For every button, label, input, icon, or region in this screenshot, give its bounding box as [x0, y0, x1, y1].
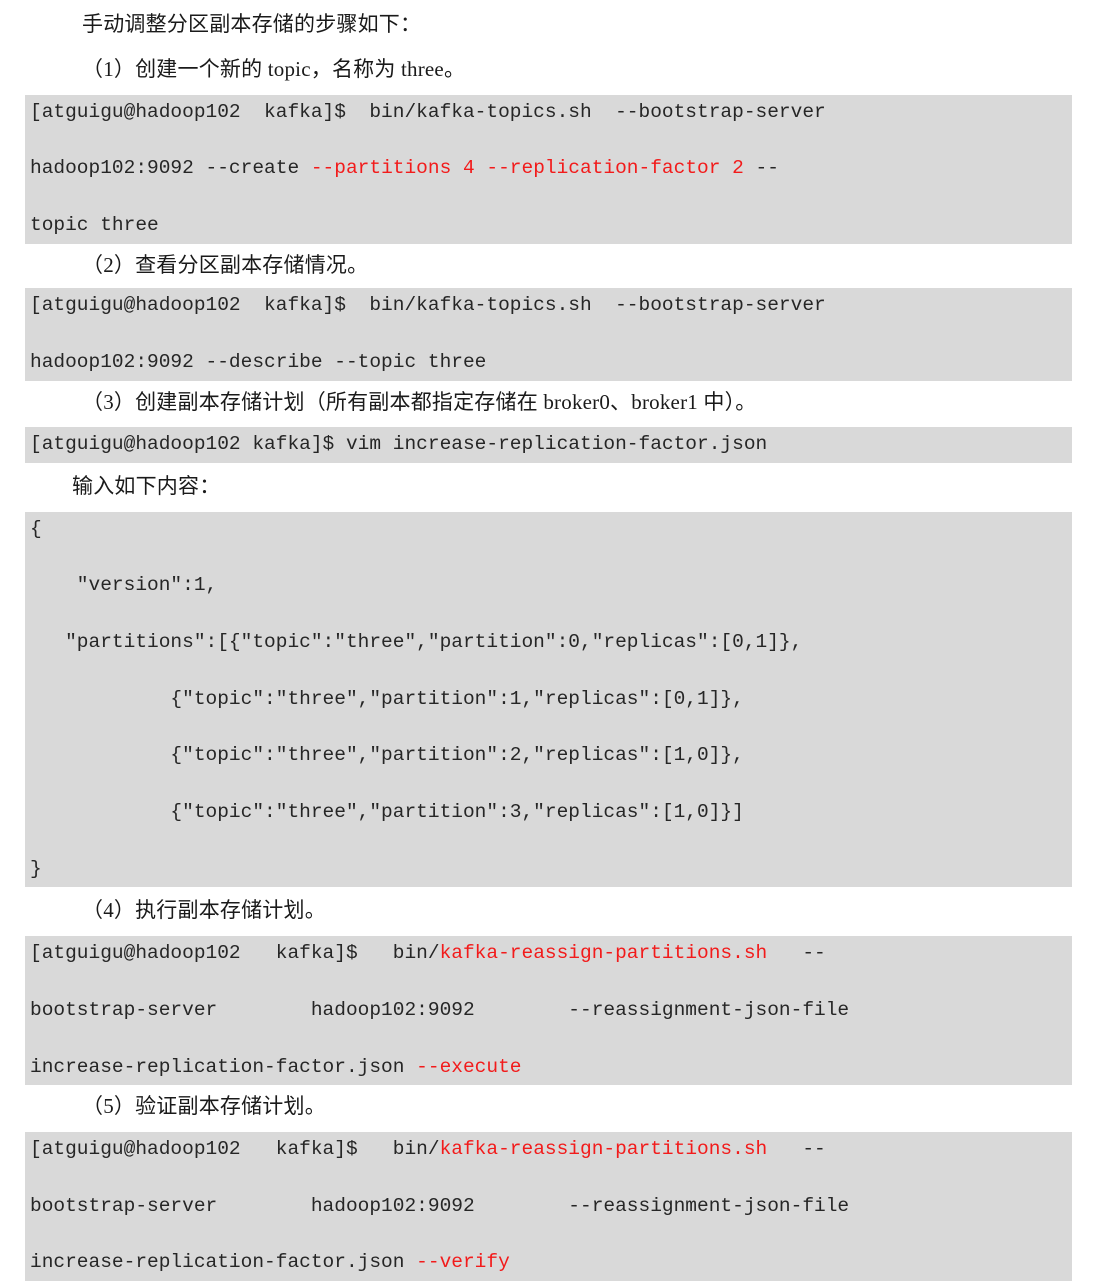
code-line: bootstrap-server hadoop102:9092 --reassi… — [30, 1192, 1067, 1220]
intro-paragraph: 手动调整分区副本存储的步骤如下： — [82, 12, 422, 36]
document-page: 手动调整分区副本存储的步骤如下： （1）创建一个新的 topic，名称为 thr… — [0, 0, 1095, 1281]
code-text: {"topic":"three","partition":3,"replicas… — [30, 801, 744, 824]
code-text: { — [30, 517, 42, 540]
code-text: [atguigu@hadoop102 kafka]$ bin/kafka-top… — [30, 294, 826, 317]
code-line: [atguigu@hadoop102 kafka]$ vim increase-… — [30, 430, 1067, 458]
code-text: {"topic":"three","partition":2,"replicas… — [30, 744, 744, 767]
step-2-label: （2）查看分区副本存储情况。 — [82, 252, 369, 277]
code-line: {"topic":"three","partition":2,"replicas… — [30, 741, 1067, 769]
code-text: hadoop102:9092 --create — [30, 157, 311, 180]
code-line: "partitions":[{"topic":"three","partitio… — [30, 628, 1067, 656]
code-line: } — [30, 855, 1067, 883]
code-text: -- — [767, 1137, 826, 1160]
code-text: "version":1, — [30, 574, 218, 597]
code-line: [atguigu@hadoop102 kafka]$ bin/kafka-top… — [30, 98, 1067, 126]
code-text: {"topic":"three","partition":1,"replicas… — [30, 687, 744, 710]
code-block-describe-topic: [atguigu@hadoop102 kafka]$ bin/kafka-top… — [25, 288, 1072, 381]
code-highlight: --execute — [416, 1055, 522, 1078]
step-5-label: （5）验证副本存储计划。 — [82, 1093, 326, 1118]
code-text: [atguigu@hadoop102 kafka]$ bin/ — [30, 1137, 440, 1160]
code-block-verify-plan: [atguigu@hadoop102 kafka]$ bin/kafka-rea… — [25, 1131, 1072, 1281]
code-text: -- — [767, 942, 826, 965]
code-text: increase-replication-factor.json — [30, 1055, 417, 1078]
code-line: hadoop102:9092 --create --partitions 4 -… — [30, 154, 1067, 182]
step-4-label: （4）执行副本存储计划。 — [82, 898, 326, 923]
code-text: "partitions":[{"topic":"three","partitio… — [30, 631, 803, 654]
code-block-execute-plan: [atguigu@hadoop102 kafka]$ bin/kafka-rea… — [25, 936, 1072, 1085]
code-text: bootstrap-server hadoop102:9092 --reassi… — [30, 998, 850, 1021]
code-line: {"topic":"three","partition":3,"replicas… — [30, 798, 1067, 826]
code-highlight: --verify — [416, 1251, 510, 1274]
input-content-label: 输入如下内容： — [72, 473, 221, 498]
code-line: {"topic":"three","partition":1,"replicas… — [30, 685, 1067, 713]
code-block-vim-json: [atguigu@hadoop102 kafka]$ vim increase-… — [25, 427, 1072, 463]
code-line: increase-replication-factor.json --execu… — [30, 1053, 1067, 1081]
code-line: increase-replication-factor.json --verif… — [30, 1248, 1067, 1276]
code-line: { — [30, 515, 1067, 543]
code-text: -- — [743, 157, 779, 180]
code-block-create-topic: [atguigu@hadoop102 kafka]$ bin/kafka-top… — [25, 94, 1072, 244]
code-line: bootstrap-server hadoop102:9092 --reassi… — [30, 996, 1067, 1024]
code-text: topic three — [30, 214, 159, 237]
step-1-label: （1）创建一个新的 topic，名称为 three。 — [82, 56, 466, 81]
code-text: } — [30, 857, 42, 880]
code-highlight: kafka-reassign-partitions.sh — [439, 1137, 768, 1160]
code-text: [atguigu@hadoop102 kafka]$ bin/kafka-top… — [30, 100, 826, 123]
code-block-json-plan: { "version":1, "partitions":[{"topic":"t… — [25, 511, 1072, 888]
code-line: topic three — [30, 211, 1067, 239]
code-text: [atguigu@hadoop102 kafka]$ vim increase-… — [30, 433, 768, 456]
code-line: hadoop102:9092 --describe --topic three — [30, 348, 1067, 376]
code-highlight: --partitions 4 --replication-factor 2 — [310, 157, 744, 180]
code-text: increase-replication-factor.json — [30, 1251, 417, 1274]
code-text: bootstrap-server hadoop102:9092 --reassi… — [30, 1194, 850, 1217]
step-3-label: （3）创建副本存储计划（所有副本都指定存储在 broker0、broker1 中… — [82, 389, 757, 414]
code-text: hadoop102:9092 --describe --topic three — [30, 351, 487, 374]
code-text: [atguigu@hadoop102 kafka]$ bin/ — [30, 942, 440, 965]
code-line: [atguigu@hadoop102 kafka]$ bin/kafka-top… — [30, 291, 1067, 319]
code-line: [atguigu@hadoop102 kafka]$ bin/kafka-rea… — [30, 939, 1067, 967]
code-highlight: kafka-reassign-partitions.sh — [439, 942, 768, 965]
code-line: "version":1, — [30, 571, 1067, 599]
code-line: [atguigu@hadoop102 kafka]$ bin/kafka-rea… — [30, 1135, 1067, 1163]
